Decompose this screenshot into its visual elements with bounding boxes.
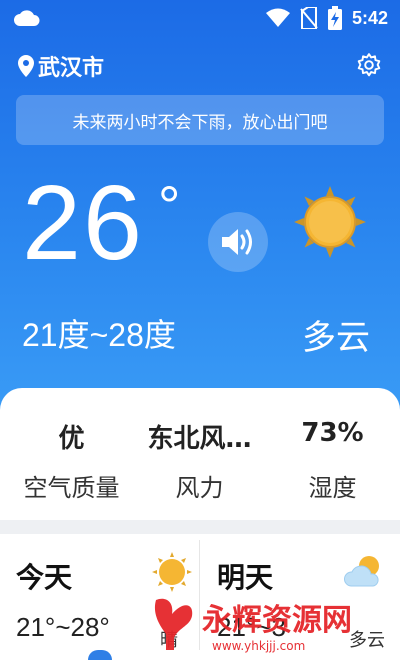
humidity-label: 湿度	[308, 474, 357, 502]
header: 武汉市	[18, 50, 382, 82]
battery-charging-icon	[327, 6, 342, 30]
status-time: 5:42	[351, 7, 388, 28]
status-bar: 5:42	[0, 0, 400, 36]
svg-text:永辉资源网: 永辉资源网	[202, 603, 352, 638]
forecast-day-name: 今天	[16, 561, 73, 594]
city-selector[interactable]: 武汉市	[18, 50, 104, 82]
sun-icon	[152, 552, 192, 592]
no-sim-icon	[300, 7, 318, 29]
speaker-icon	[222, 229, 252, 255]
weather-condition: 多云	[302, 318, 370, 358]
page-indicator	[88, 650, 112, 660]
forecast-day-name: 明天	[217, 561, 274, 594]
wind-value: 东北风…	[147, 424, 252, 454]
rain-notice-text: 未来两小时不会下雨，放心出门吧	[72, 112, 328, 133]
current-temperature: 26	[22, 164, 144, 282]
cloud-icon	[14, 10, 40, 26]
cloudy-icon	[344, 556, 379, 587]
degree-symbol: °	[158, 174, 181, 237]
gear-icon[interactable]	[356, 52, 382, 78]
svg-text:www.yhkjjj.com: www.yhkjjj.com	[212, 639, 305, 653]
weather-hero: 5:42 武汉市 未来两小时不会下雨，放心出门吧 26 ° 21度~28度 多云	[0, 0, 400, 420]
air-quality-value: 优	[58, 424, 85, 454]
city-name: 武汉市	[38, 56, 105, 81]
sun-icon	[294, 186, 366, 258]
wind-label: 风力	[175, 474, 224, 502]
forecast-range: 21°~28°	[16, 612, 110, 642]
humidity-value: 73%	[301, 418, 364, 448]
air-quality-label: 空气质量	[23, 474, 120, 502]
rain-notice[interactable]: 未来两小时不会下雨，放心出门吧	[16, 95, 384, 145]
temperature-range: 21度~28度	[22, 317, 176, 353]
location-pin-icon	[18, 55, 34, 77]
stats-card: 优 空气质量 东北风… 风力 73% 湿度	[0, 388, 400, 520]
watermark-logo: 永辉资源网 www.yhkjjj.com	[154, 598, 352, 653]
wifi-icon	[265, 8, 290, 27]
section-divider	[0, 520, 400, 534]
speaker-button[interactable]	[208, 212, 268, 272]
